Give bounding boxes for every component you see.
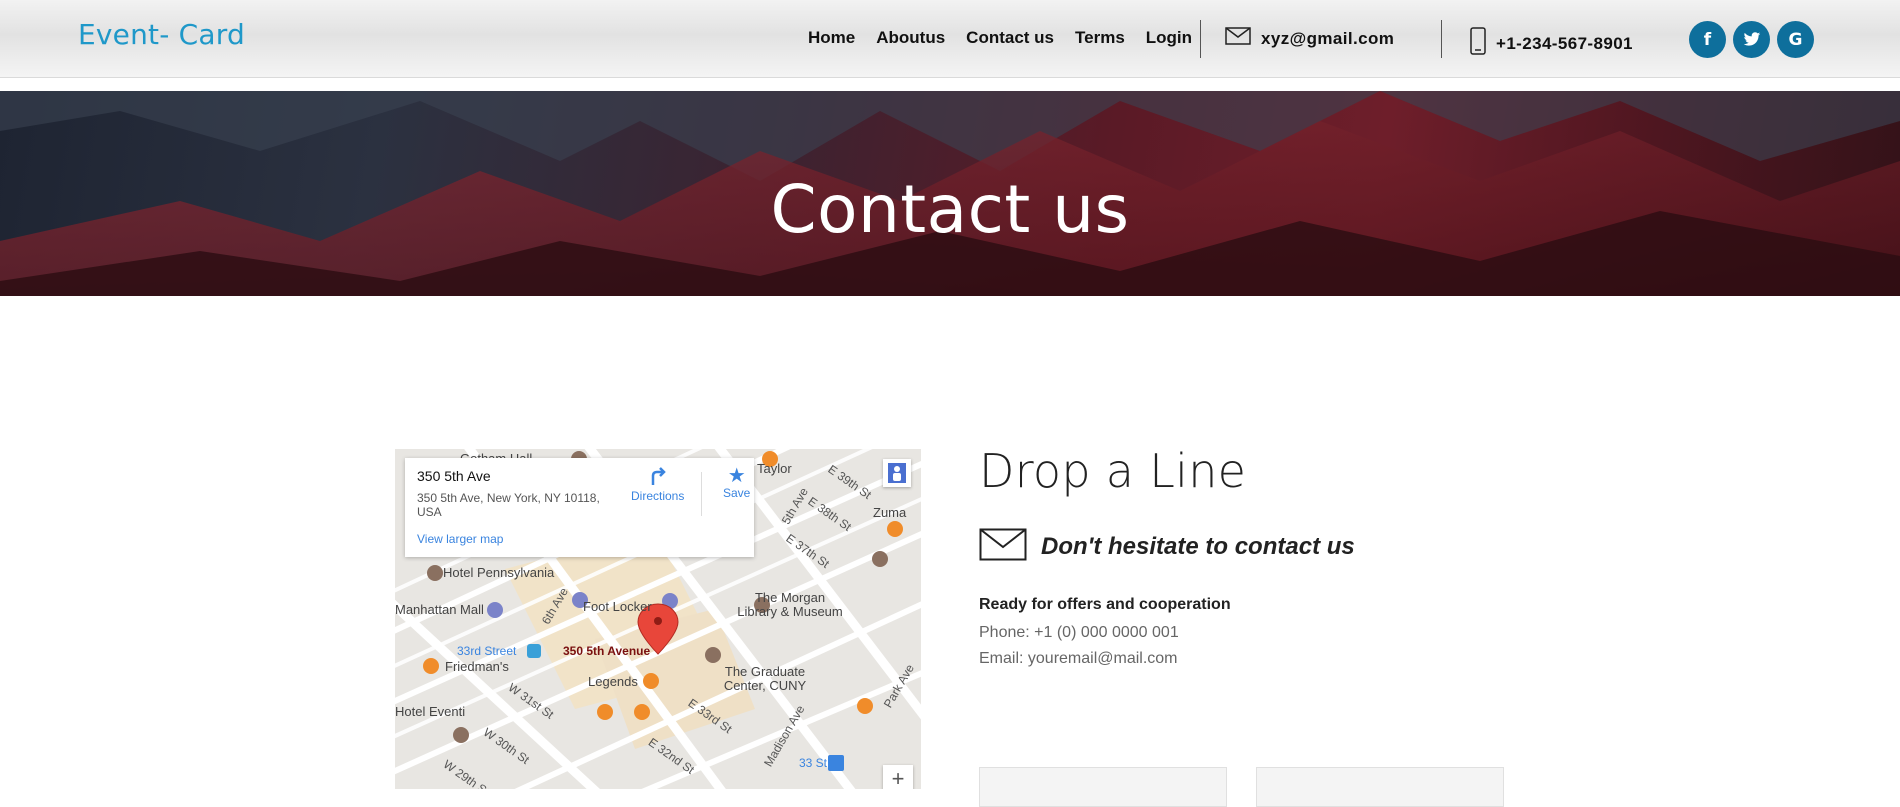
directions-icon xyxy=(631,466,684,489)
google-icon[interactable]: G xyxy=(1777,21,1814,58)
map-label: Foot Locker xyxy=(583,599,652,614)
brand-logo[interactable]: Event- Card xyxy=(78,18,245,51)
section-title: Drop a Line xyxy=(979,444,1247,498)
phone-input[interactable] xyxy=(1256,767,1504,807)
map-destination-label: 350 5th Avenue xyxy=(563,644,651,658)
view-larger-map-link[interactable]: View larger map xyxy=(417,532,503,546)
envelope-icon xyxy=(1225,27,1251,50)
map-label: 33 St xyxy=(799,756,828,770)
nav-home[interactable]: Home xyxy=(808,28,855,48)
header-divider xyxy=(1441,20,1442,58)
save-label: Save xyxy=(723,486,751,500)
directions-label: Directions xyxy=(631,489,685,503)
main-nav: Home Aboutus Contact us Terms Login xyxy=(808,28,1192,48)
map-place-title: 350 5th Ave xyxy=(417,468,491,484)
map-embed[interactable]: Gotham Hall Taylor E 39th St E 38th St E… xyxy=(395,449,921,789)
twitter-icon[interactable] xyxy=(1733,21,1770,58)
header-phone[interactable]: +1-234-567-8901 xyxy=(1470,27,1633,60)
map-label: The Morgan Library & Museum xyxy=(737,590,843,619)
envelope-icon xyxy=(979,528,1027,566)
offers-heading: Ready for offers and cooperation xyxy=(979,596,1231,613)
save-place-button[interactable]: ★ Save xyxy=(723,466,750,500)
map-place-address: 350 5th Ave, New York, NY 10118, USA xyxy=(417,491,600,519)
map-label: Taylor xyxy=(757,461,792,476)
map-label: 33rd Street xyxy=(457,644,517,658)
map-label: Hotel Eventi xyxy=(395,704,466,719)
tagline: Don't hesitate to contact us xyxy=(1041,533,1355,560)
social-links: f G xyxy=(1689,21,1814,58)
map-label: Legends xyxy=(588,674,638,689)
tagline-row: Don't hesitate to contact us xyxy=(979,528,1355,566)
star-icon: ★ xyxy=(727,465,746,487)
map-label: Friedman's xyxy=(445,659,509,674)
nav-aboutus[interactable]: Aboutus xyxy=(876,28,945,48)
map-label: Zuma xyxy=(873,505,907,520)
contact-phone: Phone: +1 (0) 000 0000 001 xyxy=(979,624,1179,641)
nav-terms[interactable]: Terms xyxy=(1075,28,1125,48)
nav-login[interactable]: Login xyxy=(1146,28,1192,48)
name-input[interactable] xyxy=(979,767,1227,807)
header-divider xyxy=(1200,20,1201,58)
hero-banner: Contact us xyxy=(0,91,1900,296)
facebook-icon[interactable]: f xyxy=(1689,21,1726,58)
site-header: Event- Card Home Aboutus Contact us Term… xyxy=(0,0,1900,78)
map-label: Manhattan Mall xyxy=(395,602,484,617)
page-title: Contact us xyxy=(770,171,1130,248)
nav-contact-us[interactable]: Contact us xyxy=(966,28,1054,48)
map-label: The Graduate Center, CUNY xyxy=(723,664,807,693)
map-info-card: 350 5th Ave 350 5th Ave, New York, NY 10… xyxy=(405,458,754,557)
map-label: Hotel Pennsylvania xyxy=(443,565,555,580)
map-card-divider xyxy=(701,472,702,516)
header-phone-text: +1-234-567-8901 xyxy=(1496,33,1633,53)
map-zoom-in-button[interactable]: + xyxy=(883,765,913,789)
header-email[interactable]: xyz@gmail.com xyxy=(1225,27,1394,50)
street-view-pegman-icon[interactable] xyxy=(883,459,911,487)
mobile-phone-icon xyxy=(1470,27,1486,60)
directions-button[interactable]: Directions xyxy=(631,466,684,503)
contact-email: Email: youremail@mail.com xyxy=(979,650,1178,667)
header-email-text: xyz@gmail.com xyxy=(1261,28,1395,48)
